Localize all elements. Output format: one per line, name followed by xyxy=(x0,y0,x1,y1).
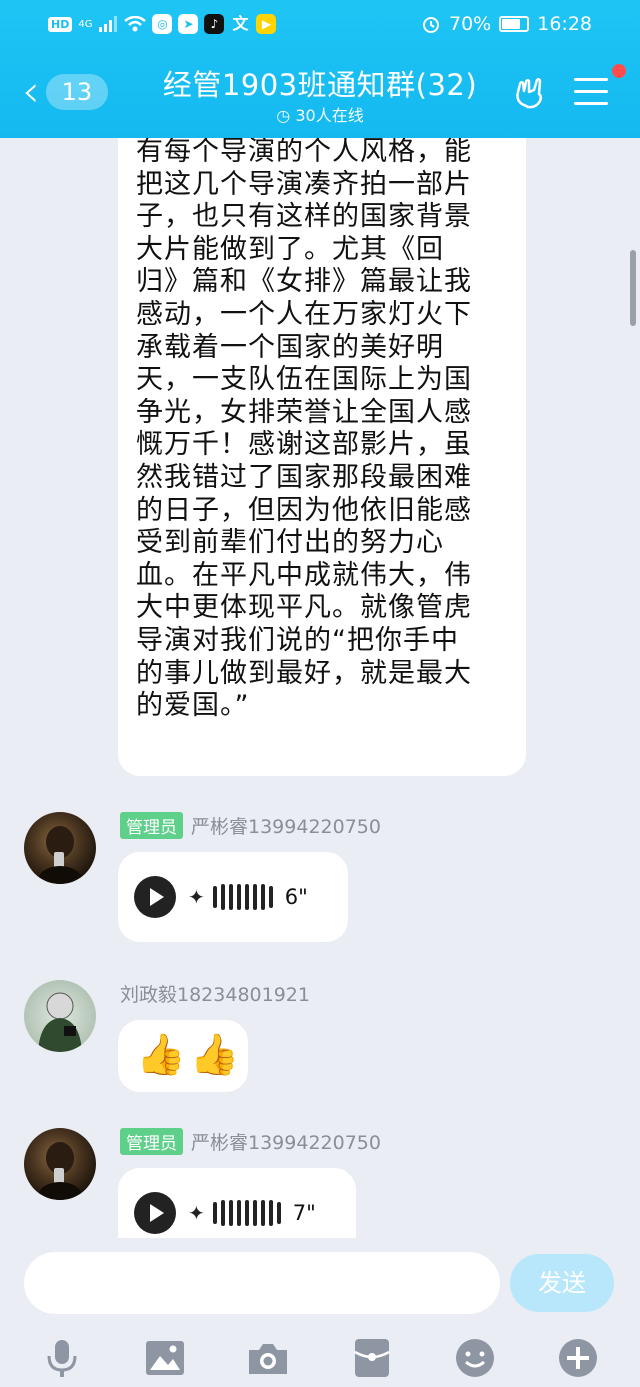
plus-icon[interactable] xyxy=(556,1336,600,1380)
voice-message[interactable]: ✦ 6" xyxy=(118,852,348,942)
menu-icon[interactable] xyxy=(574,78,608,108)
message-input[interactable] xyxy=(24,1252,500,1314)
sender-name: 严彬睿13994220750 xyxy=(191,816,381,838)
sender-name: 刘政毅18234801921 xyxy=(120,984,310,1006)
battery-percent: 70% xyxy=(449,13,492,35)
input-row: 发送 xyxy=(0,1238,640,1328)
voice-duration: 7" xyxy=(292,1201,316,1225)
hand-gesture-icon[interactable] xyxy=(510,74,550,114)
sender-row: 刘政毅18234801921 xyxy=(120,980,310,1007)
translate-icon: 文 xyxy=(232,14,249,33)
send-button[interactable]: 发送 xyxy=(510,1254,614,1312)
hd-badge: HD xyxy=(48,16,73,32)
avatar[interactable] xyxy=(24,1128,96,1200)
notification-dot xyxy=(612,64,626,78)
clock-small-icon: ◷ xyxy=(276,106,291,125)
microphone-icon[interactable] xyxy=(40,1336,84,1380)
sender-row: 管理员 严彬睿13994220750 xyxy=(120,812,381,839)
voice-message[interactable]: ✦ 7" xyxy=(118,1168,356,1238)
signal-icon xyxy=(99,16,118,32)
emoji-icon[interactable] xyxy=(453,1336,497,1380)
app-notification-icon: ◎ xyxy=(152,14,173,34)
waveform-icon: ✦ xyxy=(188,884,273,910)
avatar[interactable] xyxy=(24,812,96,884)
voice-duration: 6" xyxy=(284,885,308,909)
clock: 16:28 xyxy=(537,13,592,35)
header: HD 4G ◎ ➤ ♪ 文 ▶ 70% 16:28 ‹ 13 经管1903班通知… xyxy=(0,0,640,138)
thumbs-up-icon: 👍👍 xyxy=(136,1032,244,1078)
waveform-icon: ✦ xyxy=(188,1200,281,1226)
online-count: 30人在线 xyxy=(295,106,364,125)
nav-bar: ‹ 13 经管1903班通知群(32) ◷ 30人在线 xyxy=(0,48,640,138)
avatar[interactable] xyxy=(24,980,96,1052)
play-icon[interactable] xyxy=(134,876,176,918)
message-bubble-text[interactable]: 有每个导演的个人风格，能 把这几个导演凑齐拍一部片 子，也只有这样的国家背景 大… xyxy=(118,138,526,776)
status-left: HD 4G ◎ ➤ ♪ 文 ▶ xyxy=(48,14,277,34)
app-notification-icon: ➤ xyxy=(178,14,199,34)
wifi-icon xyxy=(124,16,147,32)
status-right: 70% 16:28 xyxy=(421,13,592,35)
play-icon[interactable] xyxy=(134,1192,176,1234)
network-type: 4G xyxy=(78,18,93,30)
status-bar: HD 4G ◎ ➤ ♪ 文 ▶ 70% 16:28 xyxy=(0,0,640,48)
red-packet-icon[interactable] xyxy=(350,1336,394,1380)
sender-name: 严彬睿13994220750 xyxy=(191,1132,381,1154)
battery-icon xyxy=(499,16,530,32)
emoji-message[interactable]: 👍👍 xyxy=(118,1020,248,1092)
alarm-icon xyxy=(423,17,439,33)
sender-row: 管理员 严彬睿13994220750 xyxy=(120,1128,381,1155)
image-icon[interactable] xyxy=(143,1336,187,1380)
video-app-icon: ▶ xyxy=(256,14,277,34)
camera-icon[interactable] xyxy=(246,1336,290,1380)
chat-area[interactable]: 有每个导演的个人风格，能 把这几个导演凑齐拍一部片 子，也只有这样的国家背景 大… xyxy=(0,138,640,1238)
scrollbar[interactable] xyxy=(630,250,636,326)
input-toolbar xyxy=(0,1328,640,1387)
admin-badge: 管理员 xyxy=(120,812,183,839)
tiktok-icon: ♪ xyxy=(204,14,225,34)
admin-badge: 管理员 xyxy=(120,1128,183,1155)
